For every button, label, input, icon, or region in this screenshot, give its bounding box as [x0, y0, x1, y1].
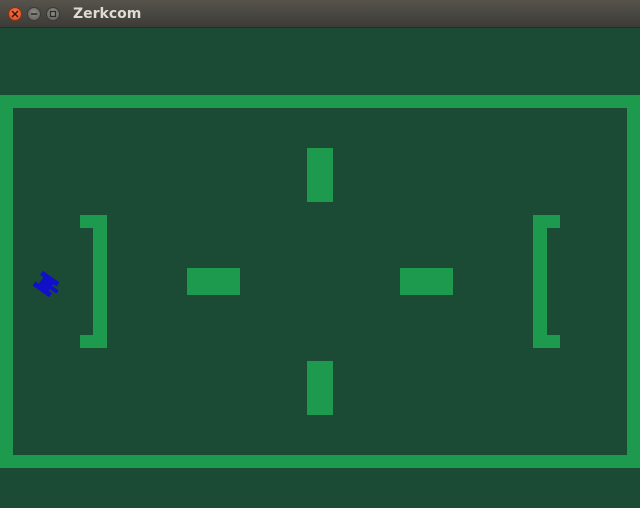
arena-wall-top — [0, 95, 640, 108]
window-title: Zerkcom — [73, 6, 142, 22]
close-icon — [11, 10, 19, 18]
close-button[interactable] — [8, 7, 22, 21]
blue-tank-icon — [32, 270, 60, 298]
right-bracket-vertical — [533, 215, 547, 348]
center-block-left — [187, 268, 240, 295]
center-block-bottom — [307, 361, 333, 415]
center-block-right — [400, 268, 453, 295]
center-block-top — [307, 148, 333, 202]
minimize-button[interactable] — [27, 7, 41, 21]
game-canvas[interactable] — [0, 28, 640, 508]
maximize-button[interactable] — [46, 7, 60, 21]
left-bracket-bottom — [80, 335, 107, 348]
left-bracket-vertical — [93, 215, 107, 348]
right-bracket-top — [533, 215, 560, 228]
arena-wall-right — [627, 95, 640, 468]
arena-wall-bottom — [0, 455, 640, 468]
arena-wall-left — [0, 95, 13, 468]
minimize-icon — [30, 13, 38, 15]
maximize-icon — [49, 10, 57, 18]
left-bracket-top — [80, 215, 107, 228]
right-bracket-bottom — [533, 335, 560, 348]
title-bar: Zerkcom — [0, 0, 640, 28]
